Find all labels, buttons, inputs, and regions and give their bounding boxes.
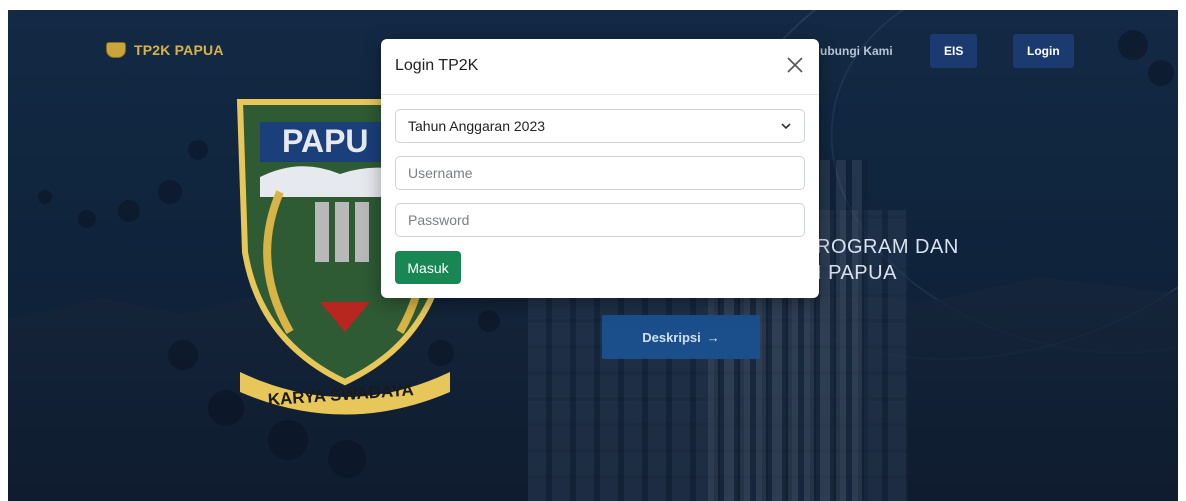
hero-title-line1: ROGRAM DAN (816, 236, 959, 258)
masuk-button[interactable]: Masuk (395, 251, 461, 284)
close-icon[interactable] (785, 55, 805, 75)
nav-link-contact[interactable]: ubungi Kami (820, 44, 893, 58)
nav-login-button[interactable]: Login (1013, 34, 1074, 68)
brand[interactable]: TP2K PAPUA (106, 42, 224, 58)
hero-title: ROGRAM DAN I PAPUA (816, 234, 959, 286)
username-input[interactable] (395, 156, 805, 190)
deskripsi-button-label: Deskripsi (642, 329, 701, 345)
budget-year-select-value: Tahun Anggaran 2023 (408, 118, 546, 134)
budget-year-select[interactable]: Tahun Anggaran 2023 (395, 109, 805, 143)
hero-title-line2: I PAPUA (816, 262, 897, 284)
chevron-down-icon (781, 123, 791, 130)
login-modal: Login TP2K Tahun Anggaran 2023 Masuk (381, 39, 819, 298)
brand-logo-icon (106, 42, 126, 58)
brand-title: TP2K PAPUA (134, 42, 224, 58)
password-input[interactable] (395, 203, 805, 237)
nav-eis-button[interactable]: EIS (930, 34, 978, 68)
emblem-top-text: PAPU (282, 123, 369, 159)
modal-header: Login TP2K (381, 39, 819, 95)
arrow-right-icon: → (706, 329, 720, 345)
modal-title: Login TP2K (395, 57, 479, 74)
deskripsi-button[interactable]: Deskripsi → (602, 315, 760, 359)
